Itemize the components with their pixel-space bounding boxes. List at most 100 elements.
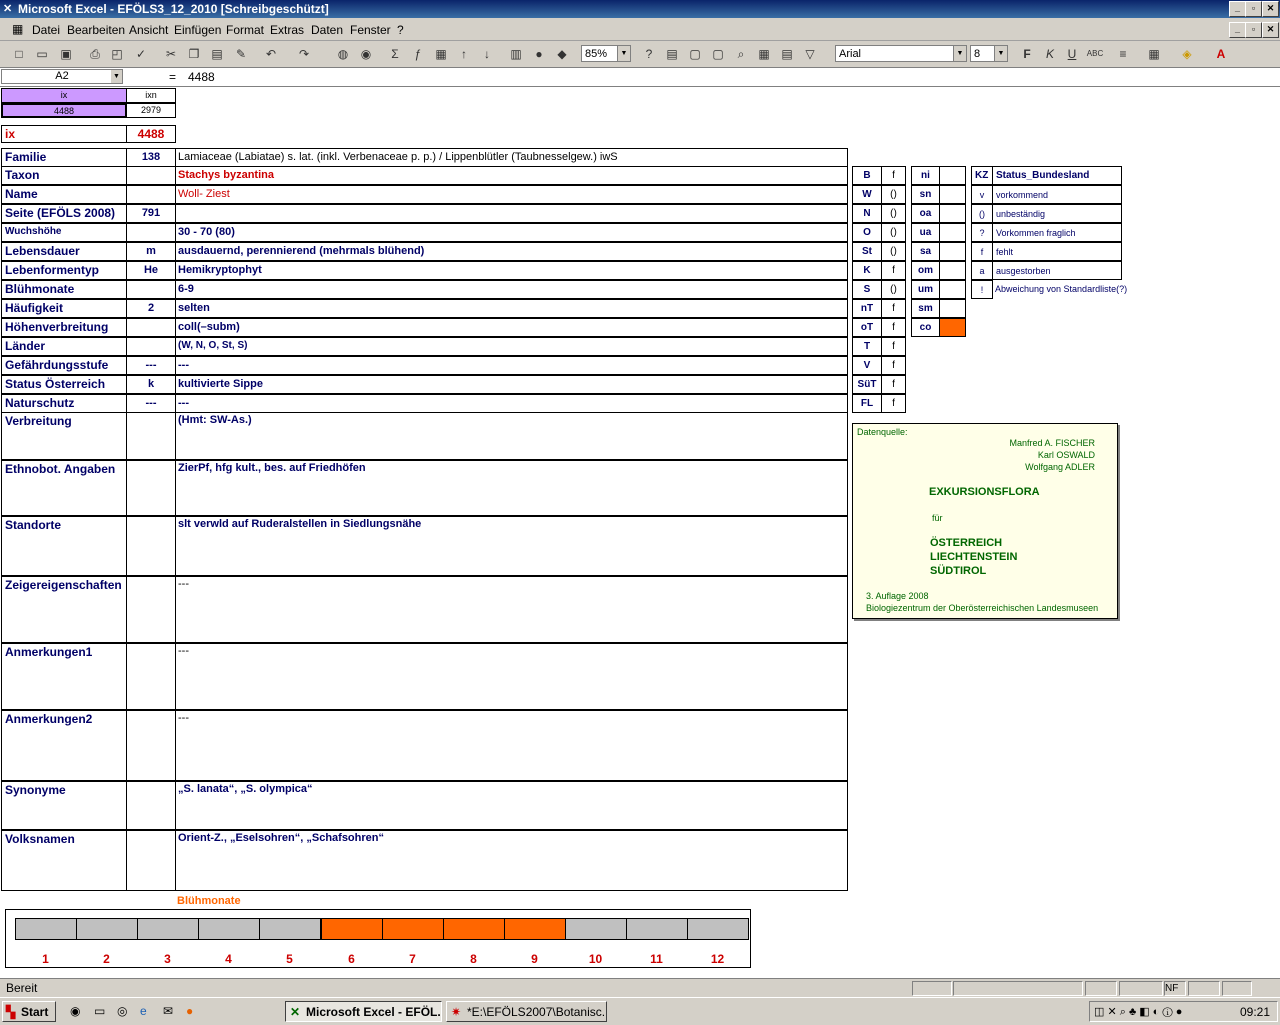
form-value[interactable]: --- bbox=[175, 356, 848, 375]
chevron-down-icon[interactable]: ▼ bbox=[994, 46, 1007, 61]
land-status[interactable]: () bbox=[881, 280, 906, 299]
zone-status[interactable] bbox=[939, 166, 966, 185]
redo-icon[interactable]: ↷ bbox=[295, 45, 313, 63]
toolbar-icon-b[interactable]: ▢ bbox=[686, 45, 704, 63]
form-value[interactable]: Woll- Ziest bbox=[175, 185, 848, 204]
italic-icon[interactable]: K bbox=[1041, 45, 1059, 63]
font-color-icon[interactable]: A bbox=[1212, 45, 1230, 63]
close-button[interactable]: ✕ bbox=[1262, 1, 1279, 17]
ix-value-cell[interactable]: 4488 bbox=[1, 103, 127, 118]
form-value[interactable]: slt verwld auf Ruderalstellen in Siedlun… bbox=[175, 516, 848, 576]
form-value[interactable]: ausdauernd, perennierend (mehrmals blühe… bbox=[175, 242, 848, 261]
form-value[interactable]: --- bbox=[175, 394, 848, 413]
filter-icon[interactable]: ▽ bbox=[801, 45, 819, 63]
zone-status[interactable] bbox=[939, 204, 966, 223]
land-status[interactable]: () bbox=[881, 223, 906, 242]
land-status[interactable]: f bbox=[881, 394, 906, 413]
form-value[interactable]: --- bbox=[175, 576, 848, 643]
formula-input[interactable]: 4488 bbox=[188, 70, 215, 84]
form-value[interactable]: kultivierte Sippe bbox=[175, 375, 848, 394]
undo-icon[interactable]: ↶ bbox=[262, 45, 280, 63]
drawing-icon[interactable]: ◆ bbox=[553, 45, 571, 63]
minimize-button[interactable]: _ bbox=[1229, 1, 1246, 17]
ixn-value-cell[interactable]: 2979 bbox=[126, 103, 176, 118]
map-icon[interactable]: ● bbox=[530, 45, 548, 63]
task-excel[interactable]: ✕ Microsoft Excel - EFÖL... bbox=[285, 1001, 442, 1022]
menu-fenster[interactable]: Fenster bbox=[350, 23, 391, 37]
form-value[interactable] bbox=[175, 204, 848, 223]
land-status[interactable]: f bbox=[881, 356, 906, 375]
menu-ansicht[interactable]: Ansicht bbox=[129, 23, 168, 37]
ie-icon[interactable]: e bbox=[140, 1004, 147, 1018]
form-value[interactable]: coll(–subm) bbox=[175, 318, 848, 337]
function-icon[interactable]: ƒ bbox=[409, 45, 427, 63]
chevron-down-icon[interactable]: ▼ bbox=[617, 46, 630, 61]
toolbar-icon-e[interactable]: ▤ bbox=[778, 45, 796, 63]
chart-wizard-icon[interactable]: ▦ bbox=[432, 45, 450, 63]
start-button[interactable]: ▚ Start bbox=[2, 1001, 56, 1022]
tray-icons[interactable]: ◫ ✕ ⌕ ♣ ◧ ◐ ⓘ ● bbox=[1094, 1005, 1182, 1019]
land-status[interactable]: () bbox=[881, 185, 906, 204]
autosum-icon[interactable]: Σ bbox=[386, 45, 404, 63]
doc-restore-button[interactable]: ▫ bbox=[1245, 22, 1262, 38]
hyperlink-icon[interactable]: ◍ bbox=[334, 45, 352, 63]
cut-icon[interactable]: ✂ bbox=[162, 45, 180, 63]
firefox-icon[interactable]: ● bbox=[186, 1004, 193, 1018]
form-value[interactable]: Lamiaceae (Labiatae) s. lat. (inkl. Verb… bbox=[175, 148, 848, 167]
form-value[interactable]: „S. lanata“, „S. olympica“ bbox=[175, 781, 848, 830]
land-status[interactable]: () bbox=[881, 204, 906, 223]
outlook-icon[interactable]: ✉ bbox=[163, 1004, 173, 1018]
sort-desc-icon[interactable]: ↓ bbox=[478, 45, 496, 63]
borders-icon[interactable]: ▦ bbox=[1145, 45, 1163, 63]
menu-datei[interactable]: Datei bbox=[32, 23, 60, 37]
chevron-down-icon[interactable]: ▼ bbox=[111, 70, 122, 83]
align-icon[interactable]: ≡ bbox=[1114, 45, 1132, 63]
zone-status[interactable] bbox=[939, 299, 966, 318]
land-status[interactable]: f bbox=[881, 337, 906, 356]
web-icon[interactable]: ◉ bbox=[357, 45, 375, 63]
toolbar-icon-d[interactable]: ▦ bbox=[755, 45, 773, 63]
land-status[interactable]: f bbox=[881, 375, 906, 394]
save-icon[interactable]: ▣ bbox=[57, 45, 75, 63]
form-value[interactable]: 6-9 bbox=[175, 280, 848, 299]
zone-status[interactable] bbox=[939, 280, 966, 299]
form-value[interactable]: --- bbox=[175, 710, 848, 781]
help-icon[interactable]: ? bbox=[640, 45, 658, 63]
preview-icon[interactable]: ◰ bbox=[108, 45, 126, 63]
form-value[interactable]: (W, N, O, St, S) bbox=[175, 337, 848, 356]
form-value[interactable]: 30 - 70 (80) bbox=[175, 223, 848, 242]
zone-status[interactable] bbox=[939, 185, 966, 204]
menu-format[interactable]: Format bbox=[226, 23, 264, 37]
strike-icon[interactable]: ABC bbox=[1086, 45, 1104, 63]
quicklaunch-icon[interactable]: ◉ bbox=[70, 1004, 80, 1018]
zone-status[interactable] bbox=[939, 242, 966, 261]
form-value[interactable]: selten bbox=[175, 299, 848, 318]
find-icon[interactable]: ⌕ bbox=[732, 45, 750, 63]
font-size-select[interactable]: 8 ▼ bbox=[970, 45, 1008, 62]
zone-status[interactable] bbox=[939, 223, 966, 242]
toolbar-icon-c[interactable]: ▢ bbox=[709, 45, 727, 63]
land-status[interactable]: f bbox=[881, 261, 906, 280]
land-status[interactable]: f bbox=[881, 166, 906, 185]
copy-icon[interactable]: ❐ bbox=[185, 45, 203, 63]
menu-extras[interactable]: Extras bbox=[270, 23, 304, 37]
print-icon[interactable]: ⎙ bbox=[86, 45, 104, 63]
form-value[interactable]: --- bbox=[175, 643, 848, 710]
zoom-select[interactable]: 85% ▼ bbox=[581, 45, 631, 62]
desktop-icon[interactable]: ▭ bbox=[94, 1004, 105, 1018]
menu-bearbeiten[interactable]: Bearbeiten bbox=[67, 23, 125, 37]
form-value[interactable]: Hemikryptophyt bbox=[175, 261, 848, 280]
menu-daten[interactable]: Daten bbox=[311, 23, 343, 37]
chevron-down-icon[interactable]: ▼ bbox=[953, 46, 966, 61]
spelling-icon[interactable]: ✓ bbox=[132, 45, 150, 63]
doc-close-button[interactable]: ✕ bbox=[1262, 22, 1279, 38]
task-document[interactable]: ✷ *E:\EFÖLS2007\Botanisc... bbox=[446, 1001, 607, 1022]
fill-color-icon[interactable]: ◈ bbox=[1178, 45, 1196, 63]
land-status[interactable]: () bbox=[881, 242, 906, 261]
maximize-button[interactable]: ▫ bbox=[1245, 1, 1262, 17]
underline-icon[interactable]: U bbox=[1063, 45, 1081, 63]
format-painter-icon[interactable]: ✎ bbox=[232, 45, 250, 63]
menu-help[interactable]: ? bbox=[397, 23, 404, 37]
doc-minimize-button[interactable]: _ bbox=[1229, 22, 1246, 38]
land-status[interactable]: f bbox=[881, 299, 906, 318]
